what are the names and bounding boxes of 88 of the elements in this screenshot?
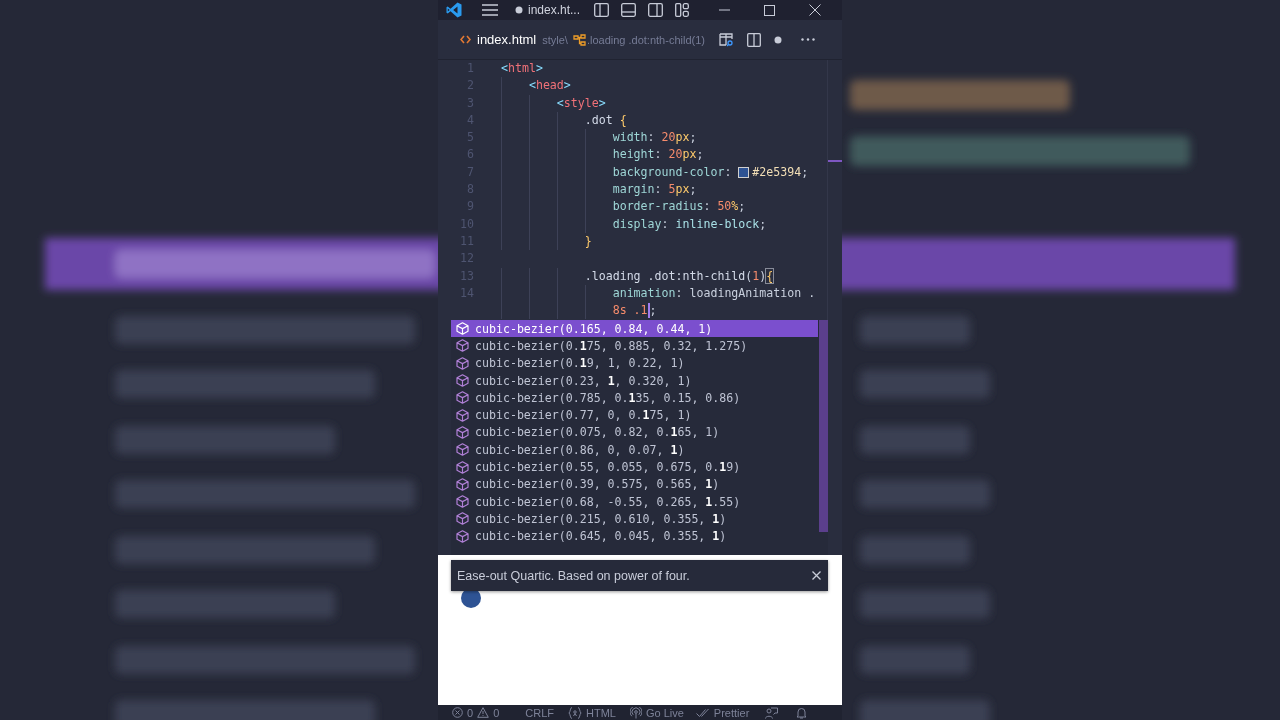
cube-icon: [456, 529, 469, 543]
suggestion-label: cubic-bezier(0.075, 0.82, 0.165, 1): [475, 425, 720, 440]
cube-icon: [456, 374, 469, 388]
suggestion-label: cubic-bezier(0.68, -0.55, 0.265, 1.55): [475, 494, 741, 509]
suggestion-label: cubic-bezier(0.785, 0.135, 0.15, 0.86): [475, 390, 741, 405]
code-text: .loading .dot:nth-child(1){: [583, 267, 774, 285]
suggestion-item[interactable]: cubic-bezier(0.86, 0, 0.07, 1): [451, 441, 818, 459]
go-live-button[interactable]: Go Live: [645, 706, 684, 719]
editor-tab[interactable]: index.html: [477, 32, 537, 47]
close-icon[interactable]: [809, 4, 821, 16]
suggestion-label: cubic-bezier(0.175, 0.885, 0.32, 1.275): [475, 338, 748, 353]
code-text: height: 20px;: [611, 146, 704, 164]
braces-icon[interactable]: [568, 706, 582, 719]
suggestion-label: cubic-bezier(0.19, 1, 0.22, 1): [475, 356, 685, 371]
split-layout-icon[interactable]: [648, 3, 663, 17]
warning-count[interactable]: 0: [493, 706, 500, 719]
error-icon[interactable]: [452, 707, 463, 718]
suggestion-label: cubic-bezier(0.55, 0.055, 0.675, 0.19): [475, 460, 741, 474]
code-text: display: inline-block;: [611, 215, 767, 233]
suggestion-item[interactable]: cubic-bezier(0.68, -0.55, 0.265, 1.55): [451, 492, 818, 511]
code-text: background-color:: [611, 163, 733, 181]
cube-icon: [456, 356, 469, 370]
split-editor-icon[interactable]: [746, 32, 761, 47]
prettier-status[interactable]: Prettier: [713, 706, 750, 719]
code-text: margin: 5px;: [611, 181, 697, 199]
code-file-icon: [460, 35, 471, 44]
cube-icon: [456, 339, 469, 353]
cube-icon: [456, 425, 469, 439]
vscode-logo-icon[interactable]: [446, 2, 462, 18]
broadcast-icon[interactable]: [629, 706, 642, 719]
cube-icon: [456, 460, 469, 474]
code-text: ;: [649, 302, 657, 320]
code-text: <html>: [501, 60, 543, 77]
scrollbar[interactable]: [819, 320, 828, 532]
suggestion-item[interactable]: cubic-bezier(0.645, 0.045, 0.355, 1): [451, 527, 818, 545]
line-ending[interactable]: CRLF: [525, 706, 554, 719]
feedback-icon[interactable]: [765, 706, 779, 719]
suggestion-item[interactable]: cubic-bezier(0.39, 0.575, 0.565, 1): [451, 475, 818, 493]
bell-icon[interactable]: [796, 706, 808, 719]
class-symbol-icon: [572, 33, 586, 46]
suggestion-label: cubic-bezier(0.77, 0, 0.175, 1): [475, 408, 692, 423]
cube-icon: [456, 495, 469, 509]
code-text: .dot {: [583, 111, 627, 129]
suggestion-item[interactable]: cubic-bezier(0.785, 0.135, 0.15, 0.86): [451, 389, 818, 407]
code-text: border-radius: 50%;: [611, 198, 746, 216]
code-text: 8s .1: [611, 302, 648, 320]
cube-icon: [456, 512, 469, 526]
maximize-icon[interactable]: [764, 4, 775, 16]
suggestion-label: cubic-bezier(0.645, 0.045, 0.355, 1): [475, 529, 727, 544]
suggestion-label: cubic-bezier(0.215, 0.610, 0.355, 1): [475, 511, 727, 526]
suggestion-item[interactable]: cubic-bezier(0.075, 0.82, 0.165, 1): [451, 423, 818, 442]
suggestion-label: cubic-bezier(0.39, 0.575, 0.565, 1): [475, 477, 720, 492]
text-cursor: [647, 303, 650, 319]
more-icon[interactable]: [800, 38, 815, 41]
cube-icon: [456, 408, 469, 422]
menu-icon[interactable]: [482, 4, 498, 16]
suggestion-item[interactable]: cubic-bezier(0.23, 1, 0.320, 1): [451, 371, 818, 390]
suggestion-label: cubic-bezier(0.23, 1, 0.320, 1): [475, 373, 692, 388]
error-count[interactable]: 0: [467, 706, 474, 719]
suggestion-item[interactable]: cubic-bezier(0.19, 1, 0.22, 1): [451, 354, 818, 372]
suggestion-item[interactable]: cubic-bezier(0.165, 0.84, 0.44, 1): [451, 320, 818, 338]
suggestion-label: cubic-bezier(0.86, 0, 0.07, 1): [475, 442, 685, 457]
preview-icon[interactable]: [718, 32, 734, 47]
window-title: index.ht...: [528, 3, 581, 17]
scroll-marker: [828, 160, 842, 162]
code-text: animation: loadingAnimation .: [611, 284, 816, 302]
suggestion-description: Ease-out Quartic. Based on power of four.: [457, 568, 690, 583]
warning-icon[interactable]: [477, 707, 490, 718]
cube-icon: [456, 322, 469, 336]
panel-layout-icon[interactable]: [621, 3, 636, 17]
code-text: width: 20px;: [611, 129, 697, 147]
code-text: #2e5394;: [752, 163, 809, 181]
language-mode[interactable]: HTML: [586, 706, 616, 719]
cube-icon: [456, 391, 469, 405]
close-icon[interactable]: [812, 571, 821, 580]
suggestion-item[interactable]: cubic-bezier(0.175, 0.885, 0.32, 1.275): [451, 337, 818, 355]
sidebar-layout-icon[interactable]: [594, 3, 609, 17]
suggestion-label: cubic-bezier(0.165, 0.84, 0.44, 1): [475, 321, 713, 336]
code-text: <head>: [527, 77, 571, 95]
code-text: <style>: [555, 94, 606, 112]
cube-icon: [456, 443, 469, 457]
grid-layout-icon[interactable]: [675, 3, 689, 17]
code-text: }: [583, 232, 592, 250]
suggestion-item[interactable]: cubic-bezier(0.77, 0, 0.175, 1): [451, 406, 818, 424]
double-check-icon[interactable]: [695, 707, 710, 718]
cube-icon: [456, 477, 469, 491]
suggestion-item[interactable]: cubic-bezier(0.215, 0.610, 0.355, 1): [451, 510, 818, 528]
suggestion-item[interactable]: cubic-bezier(0.55, 0.055, 0.675, 0.19): [451, 458, 818, 476]
